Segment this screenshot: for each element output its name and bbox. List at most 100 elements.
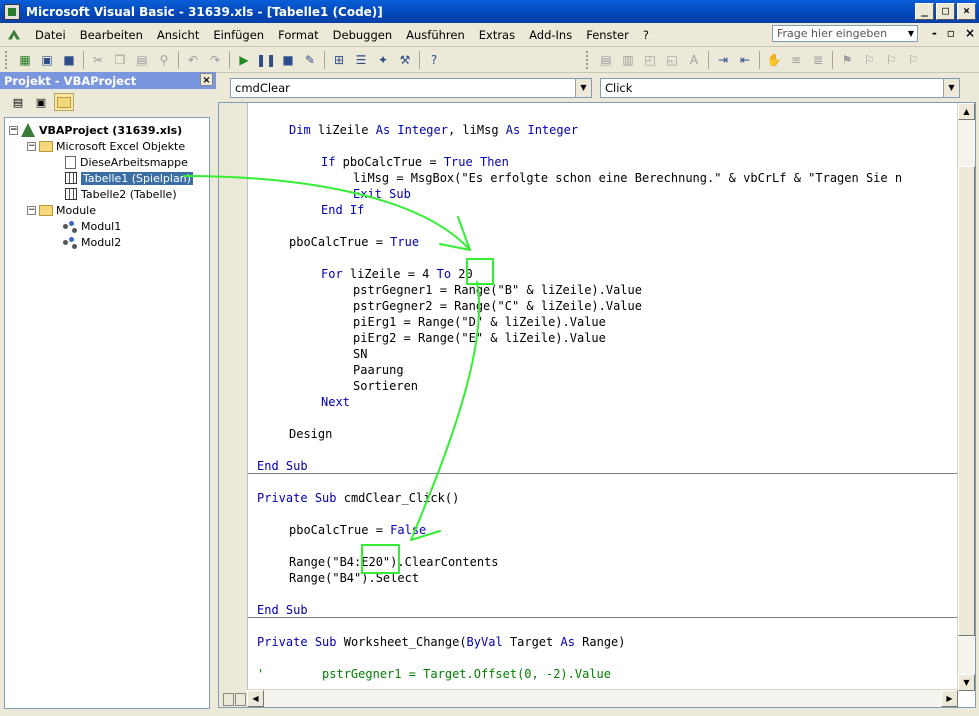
menu-ansicht[interactable]: Ansicht: [150, 28, 206, 42]
list-properties-icon[interactable]: ▤: [595, 50, 617, 70]
code-line[interactable]: For liZeile = 4 To 20: [257, 266, 473, 282]
project-tree[interactable]: − VBAProject (31639.xls) − Microsoft Exc…: [4, 117, 210, 709]
edit-toolbar-grip[interactable]: [586, 50, 591, 69]
full-module-view-icon[interactable]: [235, 693, 246, 706]
undo-icon[interactable]: ↶: [182, 50, 204, 70]
code-line[interactable]: End Sub: [257, 602, 308, 618]
code-line[interactable]: Design: [257, 426, 332, 442]
help-icon[interactable]: ?: [423, 50, 445, 70]
code-line[interactable]: If pboCalcTrue = True Then: [257, 154, 509, 170]
quick-info-icon[interactable]: ◰: [639, 50, 661, 70]
view-code-icon[interactable]: ▤: [8, 93, 28, 111]
scroll-right-icon[interactable]: ▶: [941, 690, 958, 707]
code-pane[interactable]: Dim liZeile As Integer, liMsg As Integer…: [218, 102, 976, 708]
toggle-folders-icon[interactable]: [54, 93, 74, 111]
menu-datei[interactable]: Datei: [28, 28, 73, 42]
collapse-icon[interactable]: −: [27, 205, 36, 215]
code-line[interactable]: Paarung: [257, 362, 404, 378]
toolbox-icon[interactable]: ⚒: [394, 50, 416, 70]
mdi-minimize-button[interactable]: -: [932, 26, 937, 40]
comment-block-icon[interactable]: ≡: [785, 50, 807, 70]
menu-format[interactable]: Format: [271, 28, 326, 42]
menu-einfuegen[interactable]: Einfügen: [206, 28, 271, 42]
tree-node-excel-objects[interactable]: − Microsoft Excel Objekte: [27, 138, 185, 154]
vertical-scroll-thumb[interactable]: [958, 166, 975, 636]
code-line[interactable]: SN: [257, 346, 367, 362]
list-constants-icon[interactable]: ▥: [617, 50, 639, 70]
code-line[interactable]: Private Sub cmdClear_Click(): [257, 490, 459, 506]
code-line[interactable]: pstrGegner2 = Range("C" & liZeile).Value: [257, 298, 642, 314]
pause-icon[interactable]: ❚❚: [255, 50, 277, 70]
code-line[interactable]: Range("B4").Select: [257, 570, 419, 586]
procedure-combo[interactable]: Click ▼: [600, 78, 960, 98]
menu-debuggen[interactable]: Debuggen: [326, 28, 399, 42]
previous-bookmark-icon[interactable]: ⚐: [880, 50, 902, 70]
toggle-bookmark-icon[interactable]: ⚑: [836, 50, 858, 70]
menu-bearbeiten[interactable]: Bearbeiten: [73, 28, 150, 42]
properties-icon[interactable]: ☰: [350, 50, 372, 70]
tree-node-workbook[interactable]: DieseArbeitsmappe: [65, 154, 188, 170]
scroll-down-icon[interactable]: ▼: [958, 674, 975, 691]
view-object-icon[interactable]: ▣: [31, 93, 51, 111]
code-line[interactable]: piErg2 = Range("E" & liZeile).Value: [257, 330, 606, 346]
vertical-scrollbar[interactable]: ▲ ▼: [957, 103, 975, 691]
tree-node-modules[interactable]: − Module: [27, 202, 96, 218]
chevron-down-icon[interactable]: ▼: [575, 79, 591, 97]
code-line[interactable]: piErg1 = Range("D" & liZeile).Value: [257, 314, 606, 330]
tree-node-module1[interactable]: Modul1: [63, 218, 121, 234]
save-icon[interactable]: ■: [58, 50, 80, 70]
parameter-info-icon[interactable]: ◱: [661, 50, 683, 70]
object-browser-icon[interactable]: ✦: [372, 50, 394, 70]
vba-menu-icon[interactable]: [6, 27, 24, 43]
procedure-view-icon[interactable]: [223, 693, 234, 706]
excel-app-icon[interactable]: [4, 3, 20, 20]
scroll-up-icon[interactable]: ▲: [958, 103, 975, 120]
code-comment-line[interactable]: ' pstrGegner1 = Target.Offset(0, -2).Val…: [257, 666, 611, 682]
tree-node-module2[interactable]: Modul2: [63, 234, 121, 250]
menu-ausfuehren[interactable]: Ausführen: [399, 28, 472, 42]
toggle-breakpoint-icon[interactable]: ✋: [763, 50, 785, 70]
menu-extras[interactable]: Extras: [472, 28, 522, 42]
find-icon[interactable]: ⚲: [153, 50, 175, 70]
design-mode-icon[interactable]: ✎: [299, 50, 321, 70]
tree-node-sheet2[interactable]: Tabelle2 (Tabelle): [65, 186, 177, 202]
tree-node-sheet1[interactable]: Tabelle1 (Spielplan): [65, 170, 194, 186]
code-line[interactable]: pboCalcTrue = False: [257, 522, 426, 538]
object-combo[interactable]: cmdClear ▼: [230, 78, 592, 98]
insert-userform-icon[interactable]: ▣: [36, 50, 58, 70]
code-line[interactable]: Dim liZeile As Integer, liMsg As Integer: [257, 122, 578, 138]
code-line[interactable]: Sortieren: [257, 378, 418, 394]
excel-view-icon[interactable]: ▦: [14, 50, 36, 70]
minimize-button[interactable]: _: [915, 3, 934, 20]
cut-icon[interactable]: ✂: [87, 50, 109, 70]
code-line[interactable]: Private Sub Worksheet_Change(ByVal Targe…: [257, 634, 626, 650]
menu-help[interactable]: ?: [636, 28, 656, 42]
collapse-icon[interactable]: −: [27, 141, 36, 151]
code-line[interactable]: End Sub: [257, 458, 308, 474]
stop-icon[interactable]: ■: [277, 50, 299, 70]
code-line[interactable]: Next: [257, 394, 350, 410]
mdi-close-button[interactable]: ×: [965, 26, 975, 40]
code-line[interactable]: Range("B4:E20").ClearContents: [257, 554, 499, 570]
code-line[interactable]: Exit Sub: [257, 186, 411, 202]
menu-addins[interactable]: Add-Ins: [522, 28, 579, 42]
outdent-icon[interactable]: ⇤: [734, 50, 756, 70]
mdi-restore-button[interactable]: ▫: [947, 26, 955, 40]
next-bookmark-icon[interactable]: ⚐: [858, 50, 880, 70]
run-icon[interactable]: ▶: [233, 50, 255, 70]
uncomment-block-icon[interactable]: ≣: [807, 50, 829, 70]
indent-icon[interactable]: ⇥: [712, 50, 734, 70]
horizontal-scrollbar[interactable]: ◀ ▶: [247, 689, 958, 707]
copy-icon[interactable]: ❐: [109, 50, 131, 70]
close-icon[interactable]: ×: [200, 73, 213, 86]
close-button[interactable]: ×: [957, 3, 976, 20]
menu-fenster[interactable]: Fenster: [579, 28, 636, 42]
toolbar-grip[interactable]: [5, 50, 10, 69]
tree-node-vbaproject[interactable]: − VBAProject (31639.xls): [9, 122, 182, 138]
code-line[interactable]: End If: [257, 202, 364, 218]
clear-bookmarks-icon[interactable]: ⚐: [902, 50, 924, 70]
redo-icon[interactable]: ↷: [204, 50, 226, 70]
scroll-left-icon[interactable]: ◀: [247, 690, 264, 707]
maximize-button[interactable]: □: [936, 3, 955, 20]
code-line[interactable]: liMsg = MsgBox("Es erfolgte schon eine B…: [257, 170, 902, 186]
